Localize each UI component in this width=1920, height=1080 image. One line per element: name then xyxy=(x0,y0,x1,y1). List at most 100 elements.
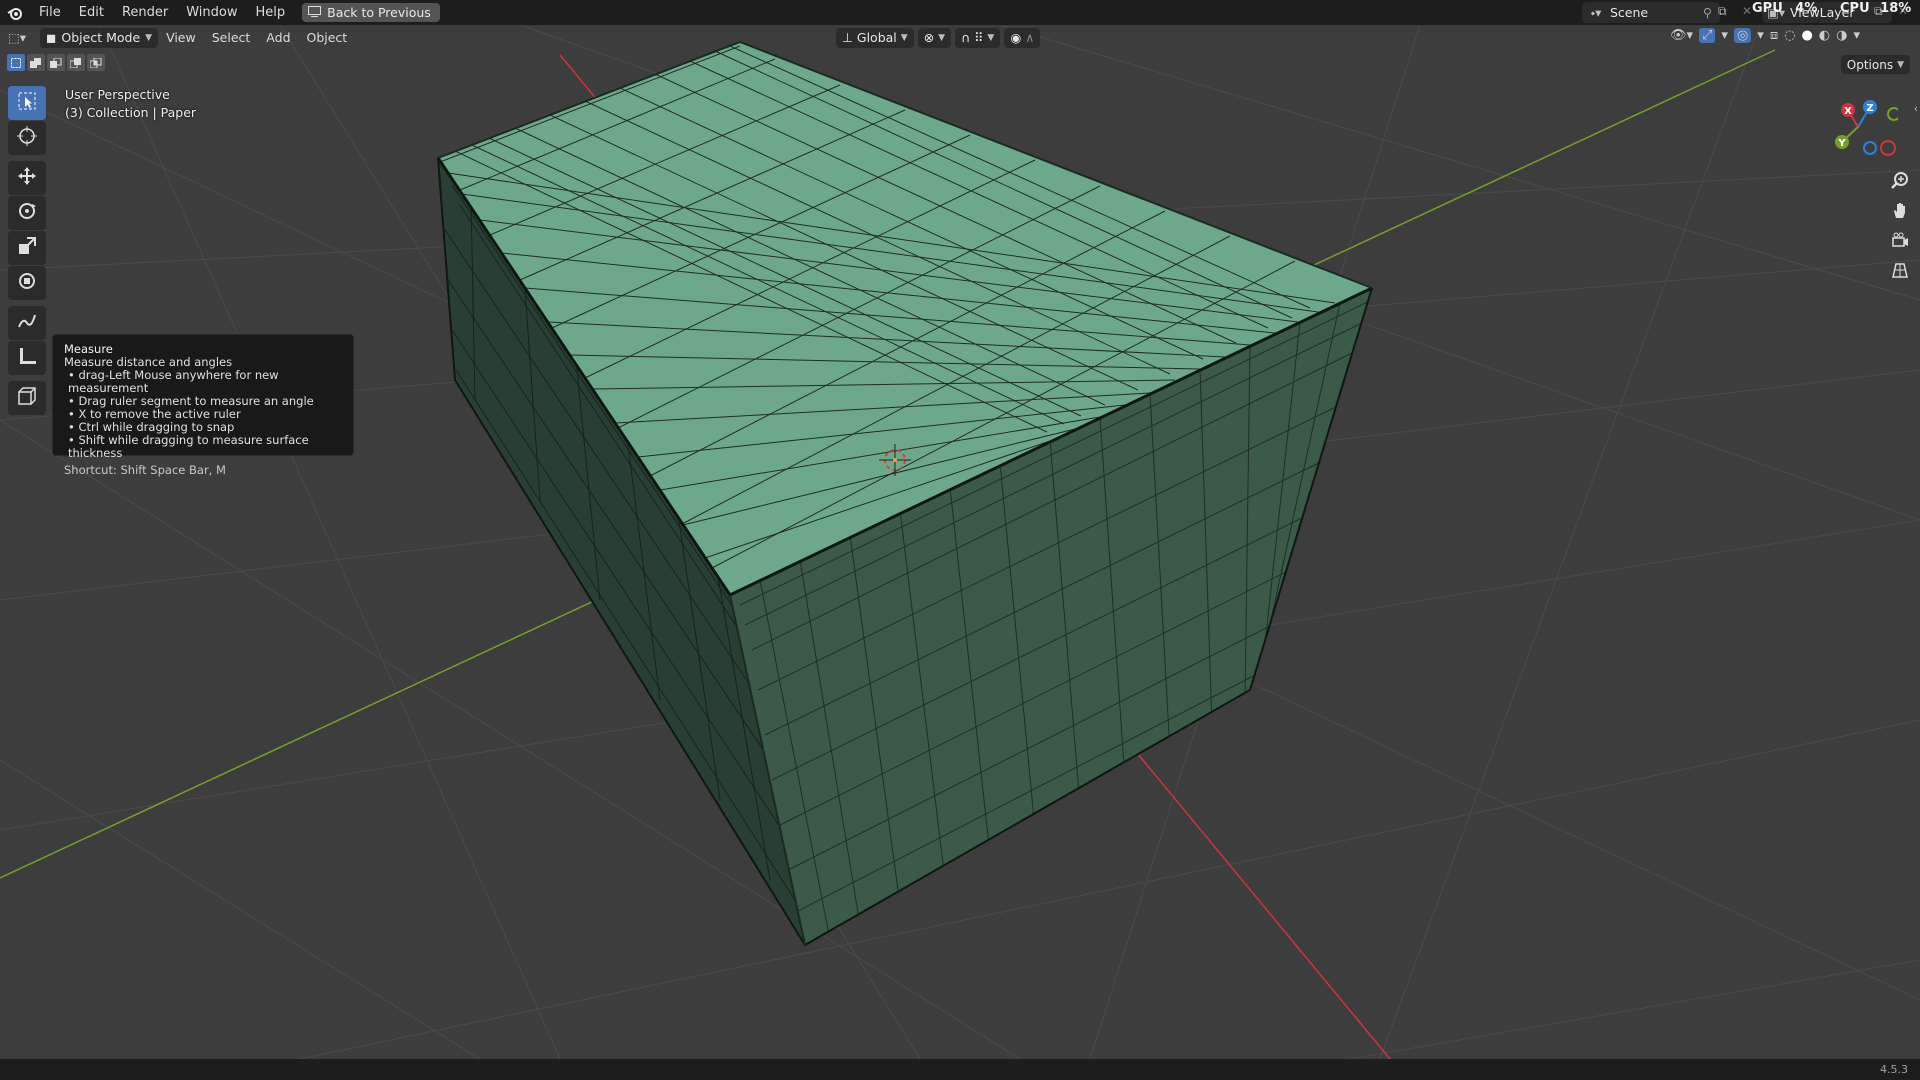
menu-window[interactable]: Window xyxy=(177,0,246,25)
pivot-dropdown[interactable]: ⊗ ▼ xyxy=(917,27,952,48)
select-box-tool[interactable] xyxy=(8,86,46,120)
gizmo-y-label: Y xyxy=(1837,138,1846,149)
version-label: 4.5.3 xyxy=(1880,1063,1908,1076)
add-cube-icon xyxy=(17,386,37,410)
delete-scene-icon[interactable]: ✕ xyxy=(1742,4,1752,18)
orientation-label: Global xyxy=(856,30,897,45)
menu-add[interactable]: Add xyxy=(258,28,298,48)
editor-type-icon[interactable]: ⬚▾ xyxy=(0,30,34,45)
tooltip-shortcut: Shortcut: Shift Space Bar, M xyxy=(64,463,226,477)
object-mode-icon: ◼ xyxy=(46,30,57,45)
transform-icon xyxy=(17,271,37,295)
back-to-previous-button[interactable]: Back to Previous xyxy=(302,3,440,22)
wireframe-shading-icon[interactable]: ◌ xyxy=(1784,28,1795,43)
cpu-meter: CPU 18% xyxy=(1840,1,1911,16)
3d-viewport[interactable] xyxy=(0,25,1920,1059)
cpu-value: 18% xyxy=(1880,1,1912,16)
tooltip-bullet: drag-Left Mouse anywhere for new measure… xyxy=(64,369,342,395)
camera-icon xyxy=(1891,231,1909,253)
status-bar: 4.5.3 xyxy=(0,1059,1920,1080)
measure-tooltip: Measure Measure distance and angles drag… xyxy=(52,334,354,477)
overlay-toggle-icon[interactable]: ◎ xyxy=(1733,28,1752,43)
selection-mode-buttons xyxy=(7,54,105,71)
annotate-tool[interactable] xyxy=(8,306,46,340)
cursor-arrow-icon xyxy=(18,92,36,114)
proportional-edit-toggle[interactable]: ◉ ∧ xyxy=(1004,27,1041,48)
tooltip-bullet: Shift while dragging to measure surface … xyxy=(64,434,342,460)
menu-edit[interactable]: Edit xyxy=(70,0,113,25)
transform-tools: ⊥ Global ▼ ⊗ ▼ ∩ ⠿ ▼ ◉ ∧ xyxy=(836,27,1041,48)
ruler-icon xyxy=(17,346,37,370)
toggle-projection-button[interactable] xyxy=(1886,258,1914,286)
options-label: Options xyxy=(1846,57,1894,72)
pencil-icon xyxy=(17,311,37,335)
magnifier-icon xyxy=(1891,171,1909,193)
gpu-label: GPU xyxy=(1752,1,1783,16)
gizmo-toggle-icon[interactable]: ⤢ xyxy=(1699,28,1716,43)
orientation-dropdown[interactable]: ⊥ Global ▼ xyxy=(836,27,914,48)
cursor-tool[interactable] xyxy=(8,121,46,155)
back-to-previous-label: Back to Previous xyxy=(327,5,431,20)
chevron-down-icon: ▼ xyxy=(900,32,908,43)
menu-select[interactable]: Select xyxy=(204,28,259,48)
scale-tool[interactable] xyxy=(8,231,46,265)
menu-file[interactable]: File xyxy=(30,0,70,25)
snap-grid-icon: ⠿ xyxy=(974,30,984,45)
scene-icon: ⬩▾ xyxy=(1590,4,1602,20)
viewport-info-overlay: User Perspective (3) Collection | Paper xyxy=(65,86,196,122)
gpu-value: 4% xyxy=(1795,1,1818,16)
gizmo-z-label: Z xyxy=(1866,103,1873,114)
material-shading-icon[interactable]: ◐ xyxy=(1819,28,1830,43)
new-scene-icon[interactable]: ⧉ xyxy=(1718,4,1727,19)
chevron-down-icon: ▼ xyxy=(145,32,153,43)
cpu-label: CPU xyxy=(1840,1,1870,16)
measure-tool[interactable] xyxy=(8,341,46,375)
add-cube-tool[interactable] xyxy=(8,381,46,415)
snap-dropdown[interactable]: ∩ ⠿ ▼ xyxy=(955,27,1001,48)
top-menu-bar: File Edit Render Window Help Back to Pre… xyxy=(0,0,1920,25)
pan-view-button[interactable] xyxy=(1886,198,1914,226)
options-dropdown[interactable]: Options ▼ xyxy=(1840,55,1910,74)
scale-icon xyxy=(17,236,37,260)
select-intersect-icon[interactable] xyxy=(87,54,105,71)
tool-shelf xyxy=(8,86,46,416)
chevron-down-icon[interactable]: ▾ xyxy=(1853,28,1860,43)
transform-tool[interactable] xyxy=(8,266,46,300)
chevron-down-icon: ▼ xyxy=(1897,59,1904,70)
sidebar-toggle-icon[interactable]: ‹ xyxy=(1914,102,1918,115)
orientation-icon: ⊥ xyxy=(842,30,853,45)
navigation-gizmo[interactable]: Z X Y xyxy=(1818,95,1901,165)
blender-logo-icon[interactable] xyxy=(0,0,30,25)
select-subtract-icon[interactable] xyxy=(47,54,65,71)
select-extend-icon[interactable] xyxy=(27,54,45,71)
view-perspective-label: User Perspective xyxy=(65,87,170,102)
select-new-icon[interactable] xyxy=(7,54,25,71)
gizmo-x-label: X xyxy=(1844,106,1852,117)
chevron-down-icon[interactable]: ▾ xyxy=(1757,28,1764,43)
select-difference-icon[interactable] xyxy=(67,54,85,71)
solid-shading-icon[interactable]: ● xyxy=(1801,28,1812,43)
menu-view[interactable]: View xyxy=(158,28,204,48)
menu-help[interactable]: Help xyxy=(247,0,295,25)
move-tool[interactable] xyxy=(8,161,46,195)
3d-cursor-icon xyxy=(17,126,37,150)
chevron-down-icon[interactable]: ▾ xyxy=(1721,28,1728,43)
move-arrows-icon xyxy=(17,166,37,190)
gpu-meter: GPU 4% xyxy=(1752,1,1817,16)
camera-view-button[interactable] xyxy=(1886,228,1914,256)
visibility-icon[interactable]: 👁▾ xyxy=(1670,28,1693,43)
chevron-down-icon: ▼ xyxy=(938,32,946,43)
screen-icon xyxy=(308,5,322,20)
menu-object[interactable]: Object xyxy=(299,28,356,48)
rotate-tool[interactable] xyxy=(8,196,46,230)
object-mode-dropdown[interactable]: ◼ Object Mode ▼ xyxy=(40,27,159,48)
scene-selector[interactable]: ⬩▾ Scene ⚲ xyxy=(1582,2,1720,23)
rendered-shading-icon[interactable]: ◑ xyxy=(1836,28,1847,43)
menu-render[interactable]: Render xyxy=(113,0,177,25)
xray-toggle-icon[interactable]: ⧈ xyxy=(1770,28,1778,43)
zoom-view-button[interactable] xyxy=(1886,168,1914,196)
scene-canvas xyxy=(0,25,1920,1059)
pin-icon[interactable]: ⚲ xyxy=(1703,5,1712,20)
rotate-icon xyxy=(17,201,37,225)
falloff-icon: ∧ xyxy=(1025,30,1035,45)
